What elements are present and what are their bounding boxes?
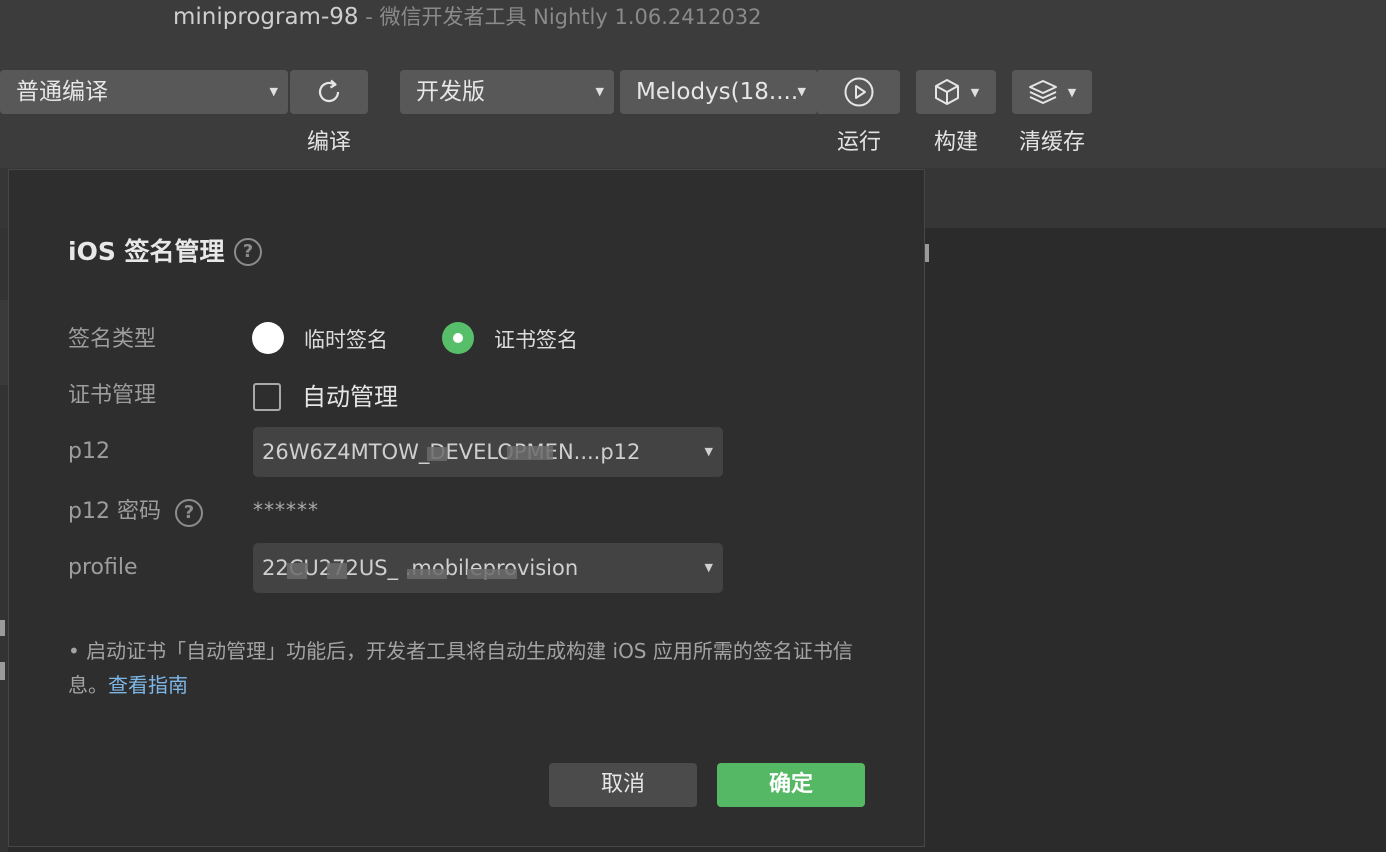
auto-manage-checkbox[interactable] (253, 383, 281, 411)
compile-mode-select[interactable]: 普通编译 ▼ (0, 70, 288, 114)
temporary-sign-label[interactable]: 临时签名 (304, 325, 388, 355)
compile-mode-value: 普通编译 (16, 79, 108, 105)
radio-temporary-sign[interactable] (252, 322, 284, 354)
device-value: Melodys(18.... (636, 79, 799, 105)
refresh-icon (318, 79, 340, 103)
help-icon[interactable]: ? (175, 499, 203, 527)
cancel-button[interactable]: 取消 (549, 763, 697, 807)
compile-button[interactable] (290, 70, 368, 114)
p12-value: 26W6Z4MTOW_DEVELOPMEN....p12 (262, 440, 641, 464)
p12-password-value: ****** (253, 498, 319, 522)
confirm-button[interactable]: 确定 (717, 763, 865, 807)
run-label: 运行 (836, 130, 881, 155)
version-value: 开发版 (416, 79, 485, 105)
layers-icon (1028, 80, 1057, 104)
run-button[interactable] (818, 70, 900, 114)
background-panel (0, 300, 8, 385)
background-text-fragment (0, 662, 5, 680)
profile-select[interactable]: 22CU272US_ .mobileprovision ▼ (253, 543, 723, 593)
profile-label: profile (68, 555, 138, 580)
redaction-mark (287, 563, 307, 579)
redaction-mark (427, 447, 447, 461)
play-icon (844, 77, 874, 107)
cert-manage-label: 证书管理 (68, 383, 157, 408)
app-name-version: - 微信开发者工具 Nightly 1.06.2412032 (358, 5, 762, 29)
compile-label: 编译 (306, 130, 351, 155)
redaction-mark (507, 446, 553, 460)
auto-manage-note: • 启动证书「自动管理」功能后，开发者工具将自动生成构建 iOS 应用所需的签名… (68, 634, 888, 702)
view-guide-link[interactable]: 查看指南 (108, 673, 188, 697)
redaction-mark (407, 569, 447, 579)
version-select[interactable]: 开发版 ▼ (400, 70, 614, 114)
radio-certificate-sign[interactable] (442, 322, 474, 354)
dialog-title: iOS 签名管理 (68, 237, 225, 266)
window-title: miniprogram-98 - 微信开发者工具 Nightly 1.06.24… (173, 2, 761, 32)
p12-label: p12 (68, 439, 110, 464)
chevron-down-icon: ▼ (1067, 85, 1077, 99)
redaction-mark (467, 569, 517, 579)
build-label: 构建 (933, 130, 978, 155)
sign-type-label: 签名类型 (68, 327, 157, 352)
chevron-down-icon: ▼ (797, 85, 806, 98)
build-button[interactable]: ▼ (916, 70, 996, 114)
certificate-sign-label[interactable]: 证书签名 (494, 325, 578, 355)
help-icon[interactable]: ? (234, 238, 262, 266)
redaction-mark (327, 563, 347, 579)
p12-select[interactable]: 26W6Z4MTOW_DEVELOPMEN....p12 ▼ (253, 427, 723, 477)
ios-signing-dialog: iOS 签名管理 ? 签名类型 临时签名 证书签名 证书管理 自动管理 p12 … (8, 169, 925, 847)
chevron-down-icon: ▼ (970, 85, 980, 99)
clear-cache-label: 清缓存 (1018, 130, 1085, 155)
toolbar: miniprogram-98 - 微信开发者工具 Nightly 1.06.24… (0, 0, 1386, 168)
device-select[interactable]: Melodys(18.... ▼ (620, 70, 818, 114)
cube-icon (934, 79, 959, 105)
project-name: miniprogram-98 (173, 4, 359, 30)
chevron-down-icon: ▼ (595, 85, 604, 98)
chevron-down-icon: ▼ (704, 445, 713, 458)
chevron-down-icon: ▼ (269, 85, 278, 98)
background-text-fragment (0, 620, 5, 636)
auto-manage-label[interactable]: 自动管理 (302, 380, 398, 414)
chevron-down-icon: ▼ (704, 561, 713, 574)
clear-cache-button[interactable]: ▼ (1012, 70, 1092, 114)
p12-password-label: p12 密码 (68, 499, 161, 524)
